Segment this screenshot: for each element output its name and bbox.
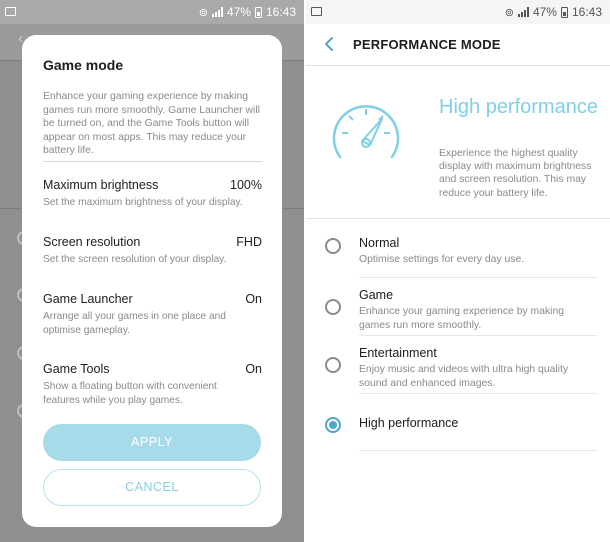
- dialog-title: Game mode: [43, 57, 124, 73]
- option-description: Enjoy music and videos with ultra high q…: [359, 364, 569, 389]
- hero-description: Experience the highest quality display w…: [439, 148, 592, 199]
- signal-icon: [211, 7, 223, 17]
- setting-label: Maximum brightness: [43, 178, 159, 192]
- setting-label: Game Tools: [43, 362, 110, 376]
- wifi-icon: ⊚: [198, 6, 208, 19]
- divider: [359, 393, 597, 394]
- app-bar: PERFORMANCE MODE: [306, 24, 610, 66]
- dialog-description: Enhance your gaming experience by making…: [43, 91, 260, 157]
- radio-button[interactable]: [325, 238, 341, 254]
- status-indicators: ⊚ 47% 16:43: [505, 5, 602, 19]
- setting-value: FHD: [236, 235, 262, 249]
- setting-value: On: [245, 362, 262, 376]
- speedometer-icon: [326, 95, 406, 167]
- option-label: Game: [359, 288, 394, 302]
- clock: 16:43: [571, 5, 602, 19]
- status-bar: ⊚ 47% 16:43: [306, 0, 610, 24]
- setting-description: Set the maximum brightness of your displ…: [43, 197, 243, 208]
- setting-value: On: [245, 292, 262, 306]
- setting-label: Game Launcher: [43, 292, 133, 306]
- status-bar: ⊚ 47% 16:43: [0, 0, 304, 24]
- option-label: Normal: [359, 236, 400, 250]
- radio-button-selected[interactable]: [325, 417, 341, 433]
- gallery-notification-icon: [311, 7, 322, 16]
- setting-label: Screen resolution: [43, 235, 141, 249]
- option-label: Entertainment: [359, 346, 437, 360]
- battery-icon: [254, 6, 262, 18]
- option-label: High performance: [359, 416, 459, 430]
- hero-title: High performance: [439, 96, 598, 118]
- wifi-icon: ⊚: [504, 6, 514, 19]
- gallery-notification-icon: [5, 7, 16, 16]
- signal-icon: [517, 7, 529, 17]
- status-indicators: ⊚ 47% 16:43: [199, 5, 296, 19]
- radio-button[interactable]: [325, 357, 341, 373]
- option-description: Enhance your gaming experience by making…: [359, 306, 565, 331]
- option-description: Optimise settings for every day use.: [359, 254, 525, 265]
- apply-button[interactable]: APPLY: [43, 424, 261, 461]
- cancel-button[interactable]: CANCEL: [43, 469, 261, 506]
- screenshot-root: ⊚ 47% 16:43 ‹ Game mode Enhance your gam…: [0, 0, 610, 542]
- battery-percent: 47%: [226, 5, 251, 19]
- page-title: PERFORMANCE MODE: [353, 37, 501, 52]
- chevron-left-icon[interactable]: [320, 34, 340, 54]
- game-mode-dialog: Game mode Enhance your gaming experience…: [22, 35, 282, 527]
- left-phone-screen: ⊚ 47% 16:43 ‹ Game mode Enhance your gam…: [0, 0, 304, 542]
- divider: [359, 450, 597, 451]
- divider: [359, 335, 597, 336]
- setting-description: Set the screen resolution of your displa…: [43, 254, 227, 265]
- divider: [43, 161, 262, 162]
- radio-button[interactable]: [325, 299, 341, 315]
- right-phone-screen: ⊚ 47% 16:43 PERFORMANCE MODE High perfor…: [306, 0, 610, 542]
- divider: [359, 277, 597, 278]
- setting-value: 100%: [230, 178, 262, 192]
- setting-description: Show a floating button with convenient f…: [43, 381, 217, 406]
- clock: 16:43: [265, 5, 296, 19]
- battery-icon: [560, 6, 568, 18]
- battery-percent: 47%: [532, 5, 557, 19]
- selected-mode-summary: High performance Experience the highest …: [306, 67, 610, 219]
- setting-description: Arrange all your games in one place and …: [43, 311, 226, 336]
